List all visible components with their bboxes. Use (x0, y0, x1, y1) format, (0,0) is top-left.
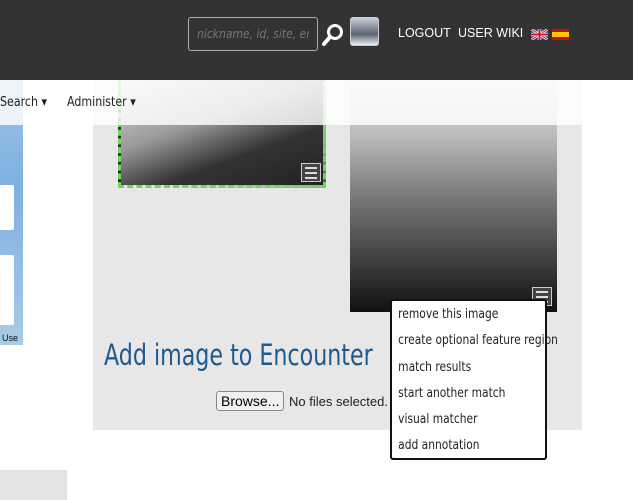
menu-item-visual-matcher[interactable]: visual matcher (392, 411, 527, 437)
file-status: No files selected. (289, 394, 388, 409)
english-flag-icon[interactable] (531, 29, 548, 40)
menu-item-remove-image[interactable]: remove this image (392, 306, 527, 332)
user-avatar[interactable] (350, 17, 379, 46)
spanish-flag-icon[interactable] (552, 29, 569, 40)
browse-button[interactable]: Browse... (216, 391, 285, 411)
user-wiki-link[interactable]: USER WIKI (458, 26, 523, 40)
logout-link[interactable]: LOGOUT (398, 26, 451, 40)
nav-administer-menu[interactable]: Administer ▾ (67, 95, 136, 110)
map-zoom-controls[interactable] (0, 255, 14, 325)
menu-item-start-another-match[interactable]: start another match (392, 385, 527, 411)
map-terms-link[interactable]: Use (2, 333, 18, 343)
nav-search-menu[interactable]: Search ▾ (0, 95, 47, 110)
menu-item-create-feature-region[interactable]: create optional feature region (392, 332, 558, 358)
add-image-title: Add image to Encounter (104, 338, 373, 372)
image-menu-icon[interactable] (301, 163, 321, 182)
menu-item-match-results[interactable]: match results (392, 359, 527, 385)
menu-item-add-annotation[interactable]: add annotation (392, 437, 527, 463)
search-icon[interactable] (322, 22, 344, 48)
image-context-menu: remove this image create optional featur… (390, 299, 558, 463)
footer-block (0, 470, 67, 500)
nav-bar: Search ▾ Administer ▾ (0, 80, 633, 125)
search-input[interactable] (188, 17, 318, 51)
map-pegman-button[interactable] (0, 185, 14, 230)
top-bar: LOGOUT USER WIKI (0, 0, 633, 80)
